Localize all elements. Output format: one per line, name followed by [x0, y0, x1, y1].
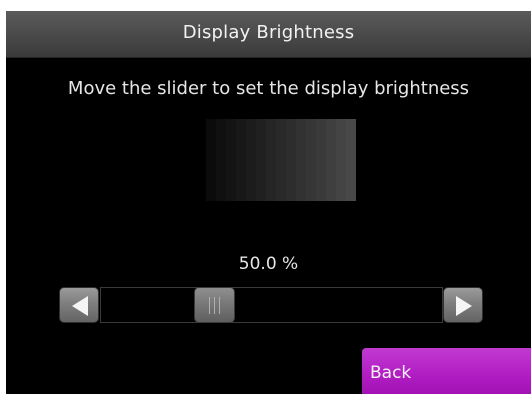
swatch-stripe [206, 119, 216, 201]
swatch-stripe [216, 119, 226, 201]
back-button[interactable]: Back [362, 348, 531, 394]
swatch-stripe [326, 119, 336, 201]
page-title: Display Brightness [182, 22, 355, 43]
increase-brightness-button[interactable] [443, 287, 483, 323]
swatch-stripe [346, 119, 356, 201]
swatch-stripe [226, 119, 236, 201]
swatch-stripe [296, 119, 306, 201]
brightness-percent-label: 50.0 % [238, 254, 299, 274]
brightness-slider-thumb[interactable] [194, 287, 235, 323]
back-button-label: Back [370, 363, 412, 383]
triangle-right-icon [456, 296, 472, 316]
swatch-stripe [256, 119, 266, 201]
swatch-stripe [286, 119, 296, 201]
swatch-stripe [276, 119, 286, 201]
swatch-stripe [236, 119, 246, 201]
swatch-stripe [246, 119, 256, 201]
instruction-text: Move the slider to set the display brigh… [67, 78, 470, 99]
title-bar: Display Brightness [6, 11, 531, 58]
triangle-left-icon [72, 296, 88, 316]
swatch-stripe [316, 119, 326, 201]
swatch-stripe [306, 119, 316, 201]
swatch-stripe [266, 119, 276, 201]
grip-line [209, 297, 210, 314]
grip-line [214, 297, 215, 314]
grip-line [219, 297, 220, 314]
brightness-preview-swatch [206, 119, 356, 201]
decrease-brightness-button[interactable] [59, 287, 99, 323]
brightness-slider-track[interactable] [100, 287, 443, 323]
swatch-stripe [336, 119, 346, 201]
brightness-screen: Display Brightness Move the slider to se… [6, 11, 531, 394]
